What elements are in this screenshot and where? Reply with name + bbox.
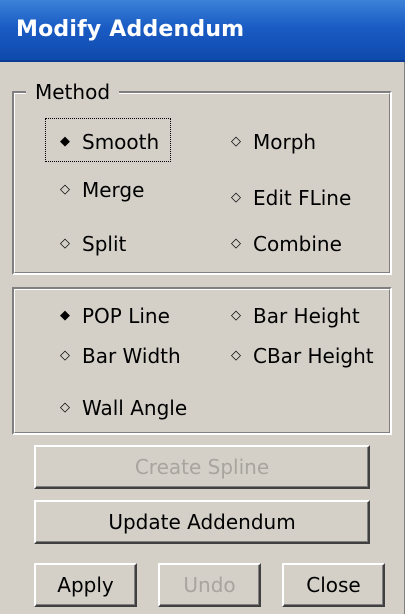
radio-unselected-icon: ◇ (60, 348, 70, 363)
radio-bar-height[interactable]: ◇ Bar Height (227, 304, 360, 328)
radio-unselected-icon: ◇ (231, 348, 241, 363)
radio-smooth[interactable]: ◆ Smooth (56, 130, 159, 154)
modify-addendum-dialog: Modify Addendum Method ◆ Smooth ◇ Morph … (0, 0, 405, 614)
radio-selected-icon: ◆ (60, 308, 70, 323)
radio-unselected-icon: ◇ (60, 400, 70, 415)
create-spline-button[interactable]: Create Spline (34, 445, 370, 489)
undo-button[interactable]: Undo (158, 563, 261, 607)
update-addendum-button[interactable]: Update Addendum (34, 500, 370, 544)
apply-button[interactable]: Apply (34, 563, 137, 607)
radio-unselected-icon: ◇ (231, 190, 241, 205)
radio-combine-label: Combine (253, 232, 342, 256)
radio-split[interactable]: ◇ Split (56, 232, 126, 256)
radio-split-label: Split (82, 232, 127, 256)
radio-morph[interactable]: ◇ Morph (227, 130, 316, 154)
radio-smooth-label: Smooth (82, 130, 160, 154)
radio-unselected-icon: ◇ (231, 134, 241, 149)
radio-pop-line[interactable]: ◆ POP Line (56, 304, 170, 328)
radio-unselected-icon: ◇ (231, 308, 241, 323)
radio-merge-label: Merge (82, 178, 145, 202)
radio-pop-line-label: POP Line (82, 304, 170, 328)
radio-morph-label: Morph (253, 130, 317, 154)
radio-unselected-icon: ◇ (60, 236, 70, 251)
close-button[interactable]: Close (282, 563, 385, 607)
radio-wall-angle[interactable]: ◇ Wall Angle (56, 396, 187, 420)
title-bar[interactable]: Modify Addendum (0, 0, 405, 62)
method-legend: Method (26, 80, 120, 104)
radio-bar-height-label: Bar Height (253, 304, 360, 328)
radio-bar-width-label: Bar Width (82, 344, 181, 368)
radio-unselected-icon: ◇ (60, 182, 70, 197)
radio-edit-fline[interactable]: ◇ Edit FLine (227, 186, 351, 210)
radio-bar-width[interactable]: ◇ Bar Width (56, 344, 181, 368)
radio-selected-icon: ◆ (60, 134, 70, 149)
radio-cbar-height[interactable]: ◇ CBar Height (227, 344, 374, 368)
radio-merge[interactable]: ◇ Merge (56, 178, 144, 202)
window-title: Modify Addendum (16, 17, 245, 42)
radio-wall-angle-label: Wall Angle (82, 396, 188, 420)
radio-unselected-icon: ◇ (231, 236, 241, 251)
radio-cbar-height-label: CBar Height (253, 344, 374, 368)
radio-edit-fline-label: Edit FLine (253, 186, 352, 210)
radio-combine[interactable]: ◇ Combine (227, 232, 342, 256)
